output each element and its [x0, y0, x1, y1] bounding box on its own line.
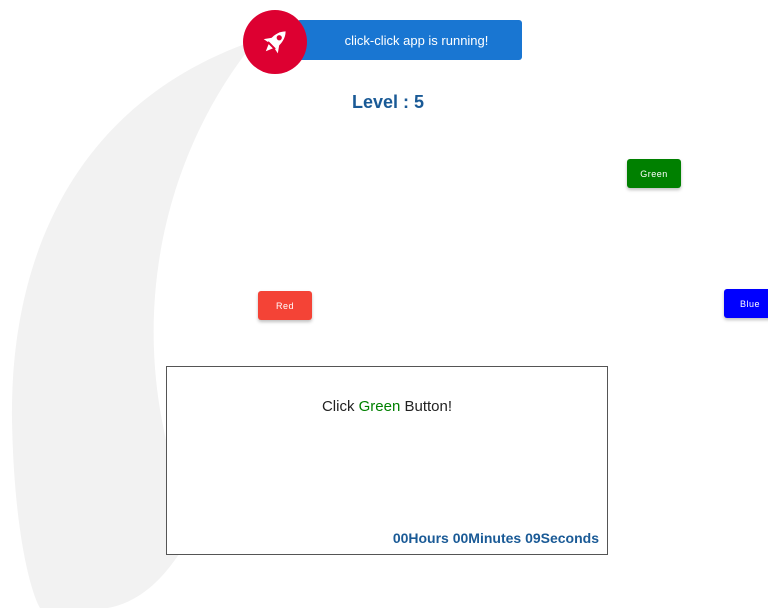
level-indicator: Level : 5	[351, 92, 425, 112]
rocket-badge	[243, 10, 307, 74]
instruction-text: Click Green Button!	[167, 398, 607, 415]
elapsed-timer: 00Hours 00Minutes 09Seconds	[392, 530, 599, 546]
blue-button[interactable]: Blue	[724, 289, 768, 318]
status-banner: click-click app is running!	[297, 20, 522, 60]
status-banner-text: click-click app is running!	[344, 32, 489, 48]
rocket-icon	[263, 31, 286, 54]
instruction-prefix: Click	[321, 398, 359, 415]
instruction-target-color: Green	[358, 398, 401, 415]
instruction-suffix: Button!	[400, 398, 453, 415]
green-button[interactable]: Green	[627, 159, 681, 188]
red-button[interactable]: Red	[258, 291, 312, 320]
instruction-panel: Click Green Button! 00Hours 00Minutes 09…	[166, 366, 608, 555]
